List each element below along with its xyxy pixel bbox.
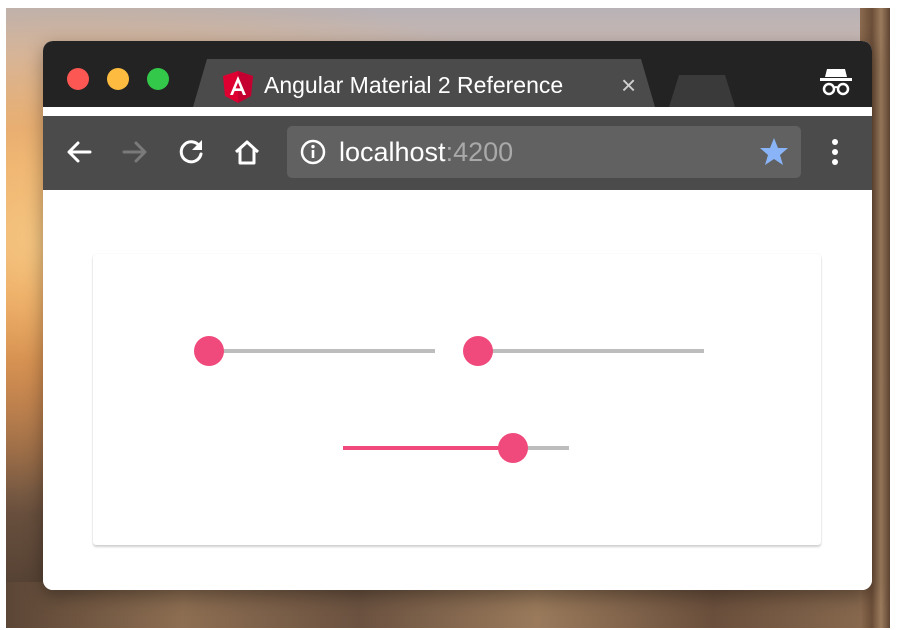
chrome-separator (43, 107, 872, 116)
slider-thumb[interactable] (463, 336, 493, 366)
browser-window: Angular Material 2 Reference × localhost… (43, 41, 872, 590)
url-port: :4200 (445, 137, 514, 167)
slider-thumb[interactable] (194, 336, 224, 366)
incognito-icon (820, 69, 852, 96)
slider[interactable] (463, 336, 704, 366)
minimize-window-button[interactable] (107, 68, 129, 90)
home-icon[interactable] (231, 136, 263, 168)
star-icon[interactable] (759, 137, 789, 167)
browser-toolbar: localhost:4200 (43, 116, 872, 190)
slider-thumb[interactable] (497, 433, 528, 463)
arrow-right-icon[interactable] (119, 136, 151, 168)
new-tab-button[interactable] (669, 75, 735, 107)
close-window-button[interactable] (67, 68, 89, 90)
address-bar[interactable]: localhost:4200 (287, 126, 801, 178)
slider[interactable] (194, 336, 435, 366)
slider-card (93, 254, 821, 545)
reload-icon[interactable] (175, 136, 207, 168)
maximize-window-button[interactable] (147, 68, 169, 90)
angular-logo-icon (223, 71, 253, 103)
tab-strip: Angular Material 2 Reference × (43, 41, 872, 107)
arrow-left-icon[interactable] (63, 136, 95, 168)
info-icon[interactable] (300, 139, 326, 165)
close-icon[interactable]: × (621, 70, 636, 100)
slider-track (209, 349, 435, 353)
url-text: localhost:4200 (339, 137, 513, 167)
tab-title: Angular Material 2 Reference (264, 72, 564, 98)
slider[interactable] (343, 433, 569, 463)
page-content (43, 190, 872, 590)
more-vert-icon[interactable] (823, 134, 847, 170)
slider-fill (343, 446, 513, 450)
slider-track (478, 349, 704, 353)
url-host: localhost (339, 137, 446, 167)
